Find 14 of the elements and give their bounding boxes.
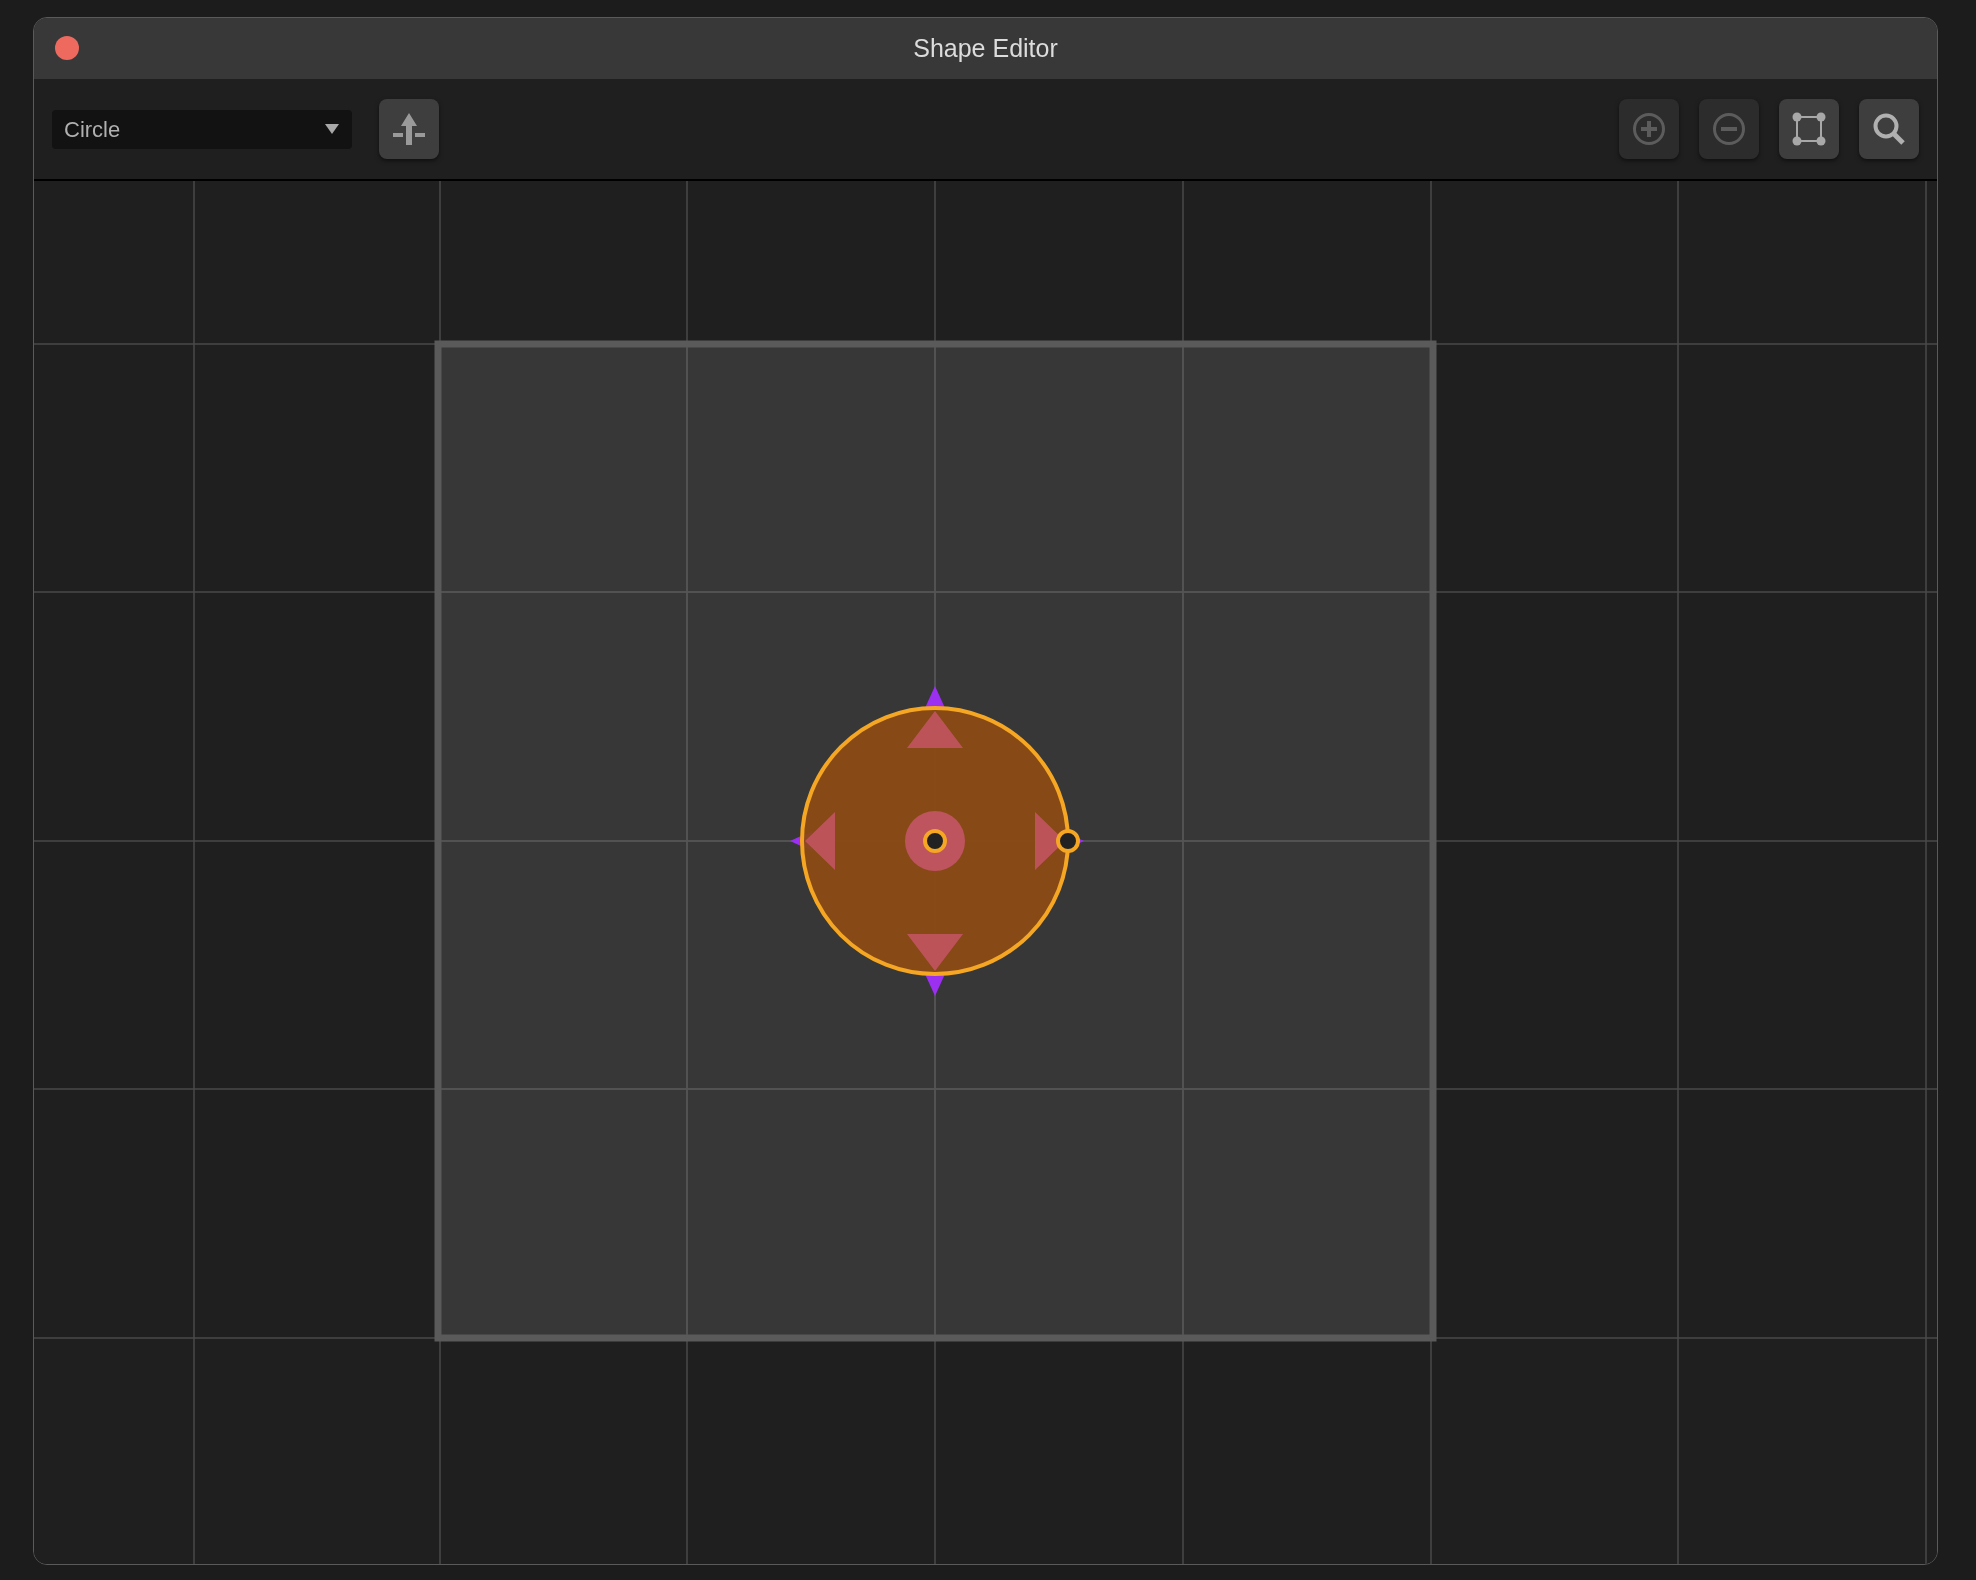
add-point-button[interactable] xyxy=(379,99,439,159)
arrow-up-icon xyxy=(392,112,426,146)
window-title: Shape Editor xyxy=(913,32,1058,64)
zoom-out-icon xyxy=(1712,112,1746,146)
close-button[interactable] xyxy=(55,36,79,60)
fit-frame-button[interactable] xyxy=(1779,99,1839,159)
zoom-in-icon xyxy=(1632,112,1666,146)
search-icon xyxy=(1872,112,1906,146)
radius-handle[interactable] xyxy=(1056,829,1080,853)
search-button[interactable] xyxy=(1859,99,1919,159)
shape-dropdown[interactable]: Circle xyxy=(52,109,352,149)
caret-icon xyxy=(324,123,340,135)
center-handle[interactable] xyxy=(923,829,947,853)
selection-frame-icon xyxy=(1792,112,1826,146)
